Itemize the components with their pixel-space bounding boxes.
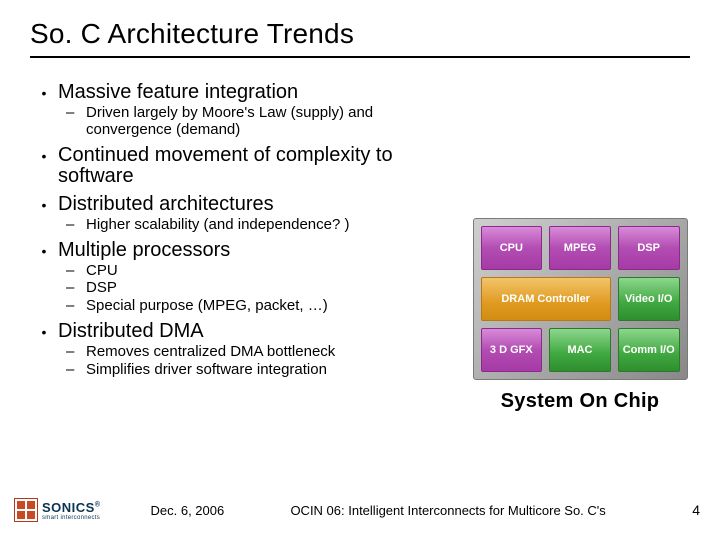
bullet-level1: • Multiple processors: [30, 240, 460, 262]
bullet-text: Distributed architectures: [58, 194, 274, 216]
bullet-text: Distributed DMA: [58, 321, 204, 343]
bullet-dash-icon: –: [66, 344, 86, 361]
bullet-dash-icon: –: [66, 280, 86, 297]
logo-name-text: SONICS: [42, 500, 95, 515]
footer: SONICS® smart interconnects Dec. 6, 2006…: [0, 494, 720, 526]
bullet-level2: – Higher scalability (and independence? …: [66, 217, 460, 234]
bullet-dot-icon: •: [30, 321, 58, 343]
bullet-level2: – Driven largely by Moore's Law (supply)…: [66, 105, 460, 139]
bullet-text: CPU: [86, 263, 118, 280]
bullet-level1: • Continued movement of complexity to so…: [30, 145, 460, 188]
bullet-level2: – Special purpose (MPEG, packet, …): [66, 298, 460, 315]
footer-center: OCIN 06: Intelligent Interconnects for M…: [224, 503, 672, 518]
title-underline: [30, 56, 690, 58]
footer-page-number: 4: [672, 502, 700, 518]
bullet-level2: – DSP: [66, 280, 460, 297]
bullet-dot-icon: •: [30, 240, 58, 262]
bullet-text: Massive feature integration: [58, 82, 298, 104]
bullet-level2: – Removes centralized DMA bottleneck: [66, 344, 460, 361]
bullet-text: Higher scalability (and independence? ): [86, 217, 350, 234]
logo-tagline: smart interconnects: [42, 515, 101, 521]
bullet-text: Special purpose (MPEG, packet, …): [86, 298, 328, 315]
slide-title: So. C Architecture Trends: [30, 18, 690, 50]
block-video: Video I/O: [618, 277, 680, 321]
block-gfx: 3 D GFX: [481, 328, 543, 372]
bullet-list: • Massive feature integration – Driven l…: [30, 76, 460, 413]
bullet-dot-icon: •: [30, 194, 58, 216]
bullet-level1: • Massive feature integration: [30, 82, 460, 104]
footer-date: Dec. 6, 2006: [151, 503, 225, 518]
logo-name: SONICS®: [42, 500, 101, 515]
bullet-level1: • Distributed architectures: [30, 194, 460, 216]
chip-grid: CPU MPEG DSP DRAM Controller Video I/O 3…: [473, 218, 688, 380]
soc-diagram: CPU MPEG DSP DRAM Controller Video I/O 3…: [470, 218, 690, 413]
block-comm: Comm I/O: [618, 328, 680, 372]
block-mpeg: MPEG: [549, 226, 611, 270]
block-dram: DRAM Controller: [481, 277, 611, 321]
bullet-text: Removes centralized DMA bottleneck: [86, 344, 335, 361]
block-mac: MAC: [549, 328, 611, 372]
slide: So. C Architecture Trends • Massive feat…: [0, 0, 720, 540]
bullet-dash-icon: –: [66, 362, 86, 379]
bullet-level2: – Simplifies driver software integration: [66, 362, 460, 379]
bullet-dash-icon: –: [66, 263, 86, 280]
bullet-level2: – CPU: [66, 263, 460, 280]
bullet-text: Simplifies driver software integration: [86, 362, 327, 379]
bullet-dash-icon: –: [66, 217, 86, 234]
bullet-text: Driven largely by Moore's Law (supply) a…: [86, 105, 460, 139]
bullet-dot-icon: •: [30, 145, 58, 167]
content-columns: • Massive feature integration – Driven l…: [30, 76, 690, 413]
bullet-dash-icon: –: [66, 298, 86, 315]
bullet-text: Multiple processors: [58, 240, 230, 262]
block-dsp: DSP: [618, 226, 680, 270]
logo-mark-icon: [14, 498, 38, 522]
registered-icon: ®: [95, 501, 101, 508]
bullet-text: DSP: [86, 280, 117, 297]
bullet-text: Continued movement of complexity to soft…: [58, 145, 460, 188]
sonics-logo: SONICS® smart interconnects: [14, 497, 101, 523]
bullet-dot-icon: •: [30, 82, 58, 104]
bullet-level1: • Distributed DMA: [30, 321, 460, 343]
bullet-dash-icon: –: [66, 105, 86, 122]
logo-text: SONICS® smart interconnects: [42, 500, 101, 521]
diagram-caption: System On Chip: [501, 390, 660, 413]
block-cpu: CPU: [481, 226, 543, 270]
